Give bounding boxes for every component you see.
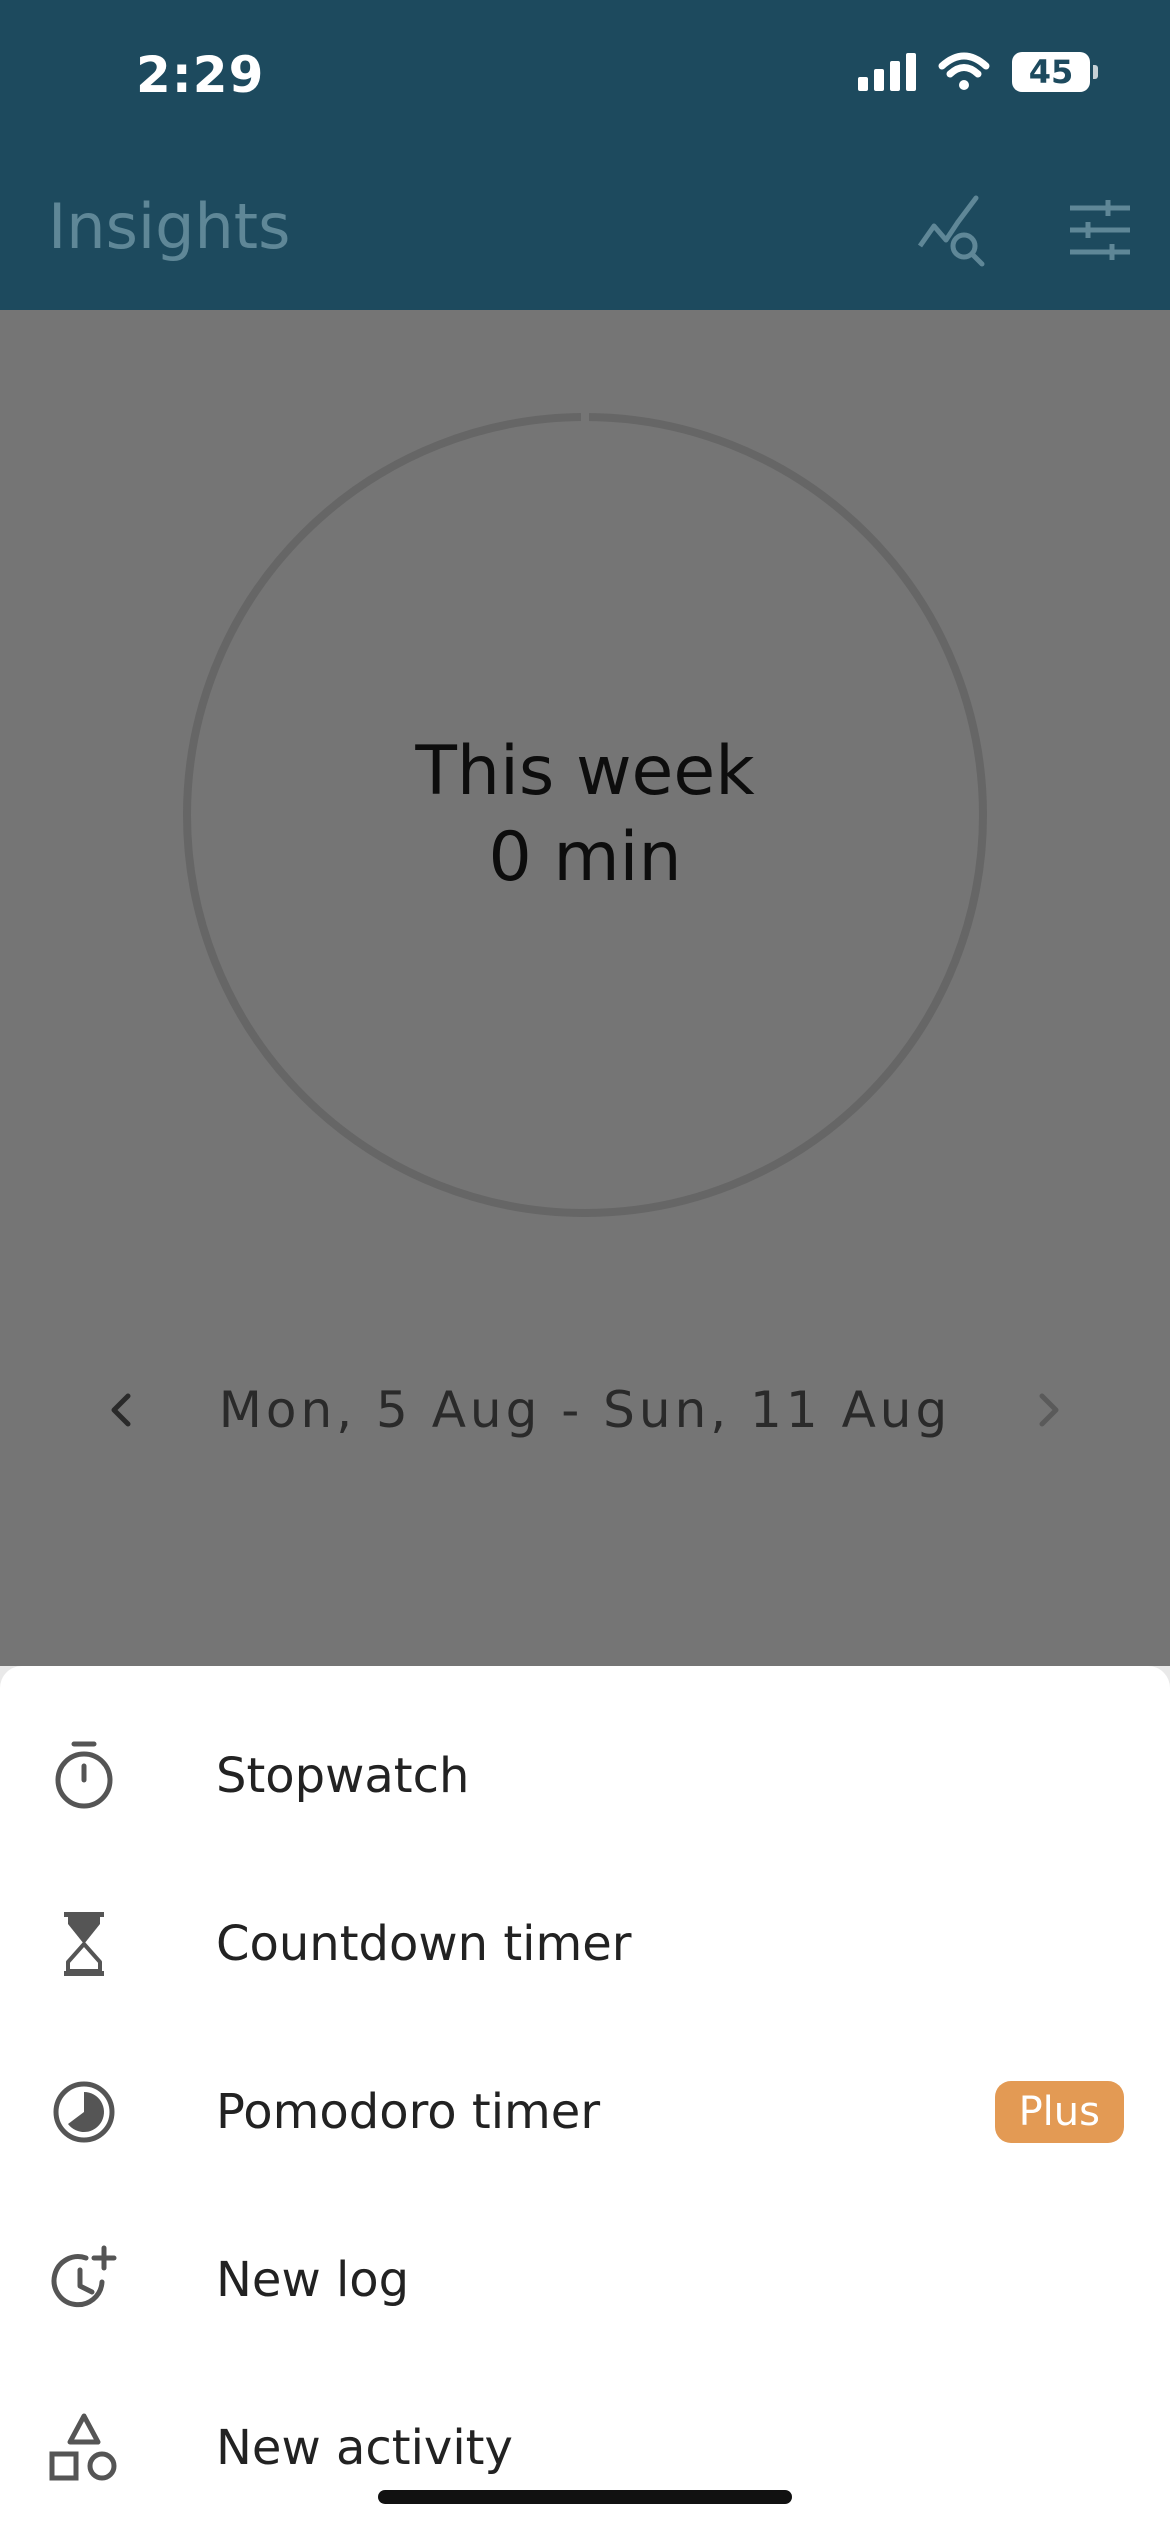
- sliders-icon[interactable]: [1060, 190, 1140, 270]
- pomodoro-icon: [53, 2081, 115, 2143]
- total-duration: 0 min: [488, 818, 682, 897]
- stopwatch-icon: [55, 1741, 113, 1809]
- shapes-icon: [49, 2413, 117, 2481]
- app-header: Insights: [0, 160, 1170, 310]
- menu-item-new-activity[interactable]: New activity: [0, 2364, 1170, 2532]
- weekly-ring: This week 0 min: [180, 410, 990, 1220]
- menu-item-stopwatch[interactable]: Stopwatch: [0, 1692, 1170, 1860]
- insights-content: This week 0 min Mon, 5 Aug - Sun, 11 Aug: [0, 310, 1170, 1666]
- cellular-signal-icon: [858, 53, 916, 91]
- wifi-icon: [938, 52, 990, 90]
- menu-item-label: Stopwatch: [216, 1748, 470, 1804]
- menu-item-label: New log: [216, 2252, 410, 2308]
- battery-level: 45: [1028, 53, 1074, 91]
- chart-search-icon[interactable]: [912, 190, 992, 270]
- hourglass-icon: [64, 1912, 104, 1976]
- weekly-summary: This week 0 min: [180, 410, 990, 1220]
- menu-item-label: Pomodoro timer: [216, 2084, 601, 2140]
- plus-badge: Plus: [994, 2081, 1124, 2143]
- status-icons: 45: [858, 52, 1098, 92]
- status-bar: 2:29 45: [0, 0, 1170, 160]
- date-navigator: Mon, 5 Aug - Sun, 11 Aug: [0, 1360, 1170, 1460]
- clock-plus-icon: [51, 2245, 117, 2308]
- menu-item-label: Countdown timer: [216, 1916, 632, 1972]
- battery-icon: 45: [1012, 52, 1098, 92]
- menu-item-pomodoro-timer[interactable]: Pomodoro timer Plus: [0, 2028, 1170, 2196]
- menu-item-countdown-timer[interactable]: Countdown timer: [0, 1860, 1170, 2028]
- page-title: Insights: [48, 190, 291, 263]
- menu-item-new-log[interactable]: New log: [0, 2196, 1170, 2364]
- home-indicator[interactable]: [378, 2490, 792, 2504]
- menu-item-label: New activity: [216, 2420, 513, 2476]
- chevron-right-icon[interactable]: [1026, 1388, 1070, 1432]
- date-range-label: Mon, 5 Aug - Sun, 11 Aug: [218, 1381, 952, 1439]
- chevron-left-icon[interactable]: [100, 1388, 144, 1432]
- period-label: This week: [415, 732, 755, 811]
- status-time: 2:29: [136, 46, 265, 104]
- action-sheet: Stopwatch Countdown timer Pomodoro timer…: [0, 1666, 1170, 2532]
